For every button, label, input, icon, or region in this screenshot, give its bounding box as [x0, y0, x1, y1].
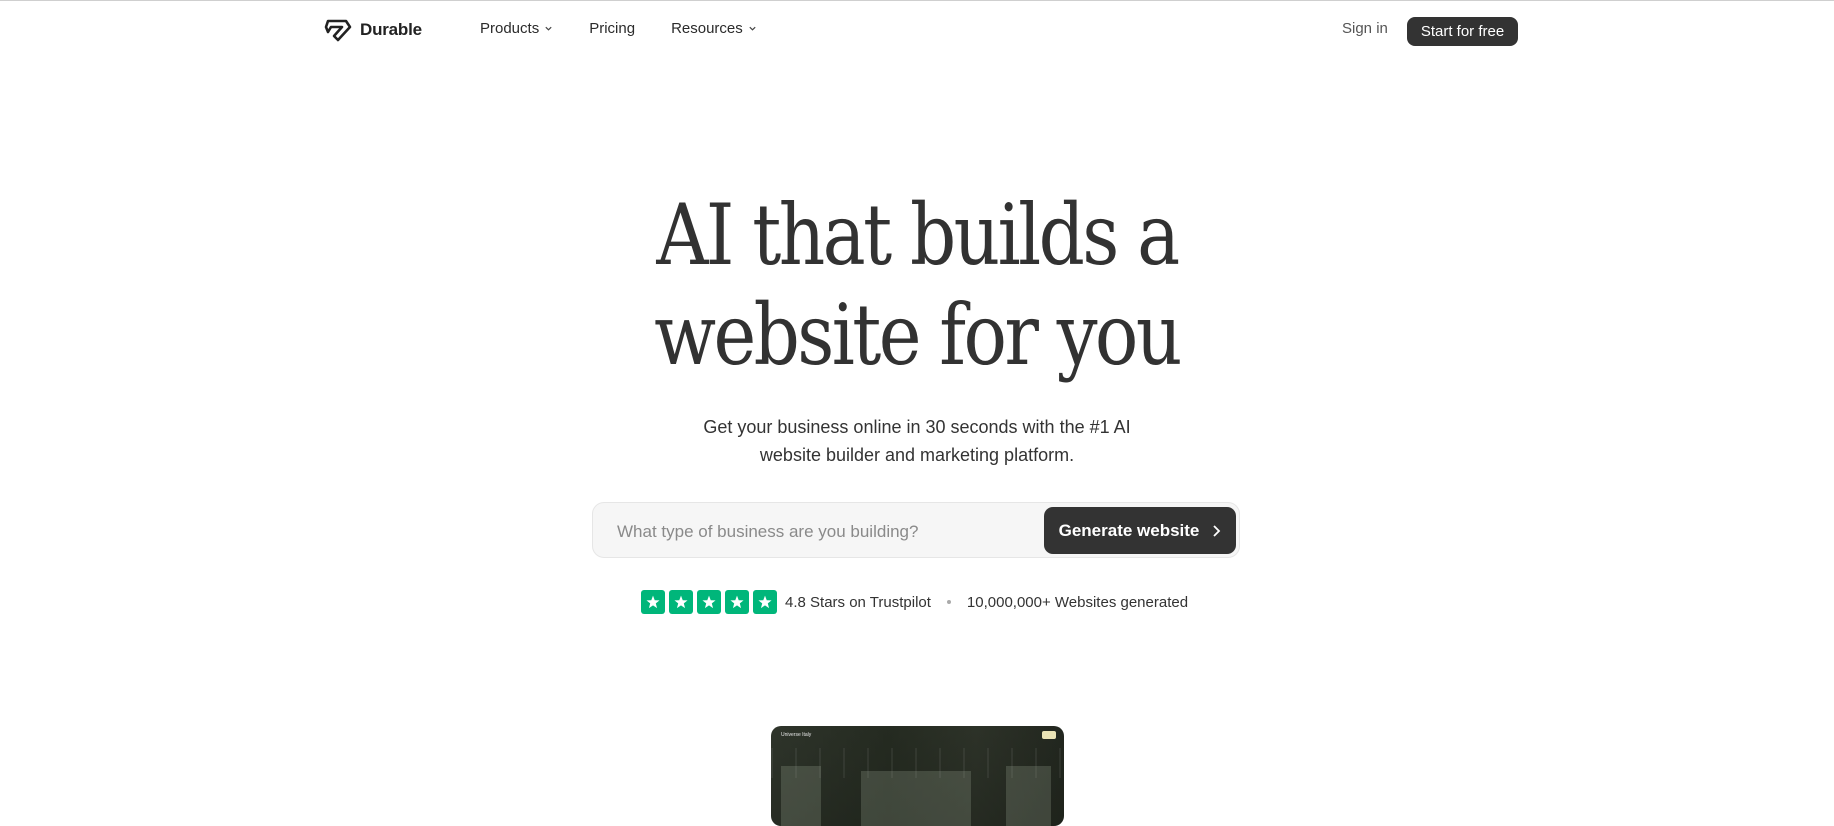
preview-button: [1042, 731, 1056, 739]
menu-item-label: Products: [480, 20, 540, 37]
preview-window: [781, 766, 821, 826]
website-preview-card: Universe Italy: [771, 726, 1064, 826]
menu-item-pricing[interactable]: Pricing: [589, 20, 635, 37]
brand-name: Durable: [360, 20, 422, 39]
preview-brand: Universe Italy: [781, 732, 812, 738]
hero-subtitle-line1: Get your business online in 30 seconds w…: [703, 417, 1131, 437]
start-for-free-button[interactable]: Start for free: [1407, 17, 1518, 46]
trustpilot-stars: [641, 590, 777, 614]
chevron-down-icon: [545, 26, 552, 31]
menu-item-label: Resources: [671, 20, 743, 37]
hero-subtitle: Get your business online in 30 seconds w…: [0, 413, 1834, 469]
sign-in-link[interactable]: Sign in: [1342, 20, 1388, 37]
durable-logo-icon: [324, 19, 352, 42]
preview-window: [861, 771, 971, 826]
menu-item-resources[interactable]: Resources: [671, 20, 757, 37]
generate-website-button[interactable]: Generate website: [1044, 507, 1236, 554]
chevron-down-icon: [749, 26, 756, 31]
preview-window: [1006, 766, 1051, 826]
generate-website-label: Generate website: [1058, 520, 1200, 540]
hero-subtitle-line2: website builder and marketing platform.: [759, 445, 1075, 465]
star-icon: [725, 590, 749, 614]
brand-logo-link[interactable]: Durable: [324, 18, 422, 42]
chevron-right-icon: [1213, 524, 1221, 537]
star-icon: [669, 590, 693, 614]
business-prompt-form: Generate website: [592, 502, 1240, 561]
trustpilot-rating: 4.8 Stars on Trustpilot: [785, 593, 931, 611]
star-icon: [641, 590, 665, 614]
hero-title-line1: AI that builds a: [656, 186, 1180, 284]
menu-item-products[interactable]: Products: [480, 20, 553, 37]
menu-item-label: Pricing: [589, 20, 636, 37]
navbar: Durable Products Pricing Resources Sign …: [0, 0, 1834, 62]
star-icon: [697, 590, 721, 614]
business-type-input[interactable]: [615, 503, 1039, 561]
hero-title-line2: website for you: [654, 286, 1182, 384]
websites-generated-count: 10,000,000+ Websites generated: [966, 593, 1189, 611]
separator-dot: [946, 600, 951, 604]
star-icon: [753, 590, 777, 614]
trust-row: 4.8 Stars on Trustpilot 10,000,000+ Webs…: [641, 590, 1188, 614]
main-menu: Products Pricing Resources: [480, 20, 793, 37]
hero-title: AI that builds a website for you: [128, 185, 1705, 385]
